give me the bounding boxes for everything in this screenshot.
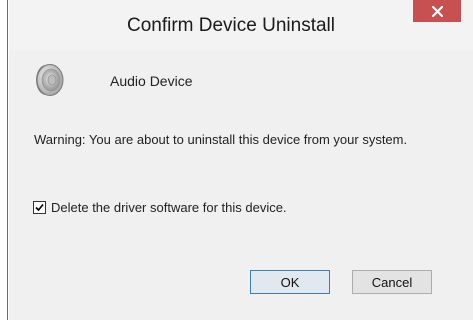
confirm-uninstall-dialog: Confirm Device Uninstall Audio Device Wa… bbox=[9, 0, 473, 320]
delete-driver-checkbox[interactable] bbox=[33, 201, 46, 214]
ok-button[interactable]: OK bbox=[250, 270, 330, 294]
title-bar[interactable]: Confirm Device Uninstall bbox=[9, 0, 473, 50]
window-edge bbox=[7, 0, 8, 320]
device-name: Audio Device bbox=[110, 73, 193, 89]
delete-driver-label[interactable]: Delete the driver software for this devi… bbox=[51, 200, 287, 215]
warning-text: Warning: You are about to uninstall this… bbox=[34, 132, 408, 147]
close-button[interactable] bbox=[413, 0, 461, 22]
dialog-title: Confirm Device Uninstall bbox=[126, 15, 335, 36]
speaker-icon bbox=[36, 64, 64, 96]
cancel-button[interactable]: Cancel bbox=[352, 270, 432, 294]
dialog-content: Audio Device Warning: You are about to u… bbox=[9, 50, 473, 320]
delete-driver-option[interactable]: Delete the driver software for this devi… bbox=[33, 200, 287, 215]
checkmark-icon bbox=[35, 203, 44, 212]
close-icon bbox=[431, 5, 443, 17]
